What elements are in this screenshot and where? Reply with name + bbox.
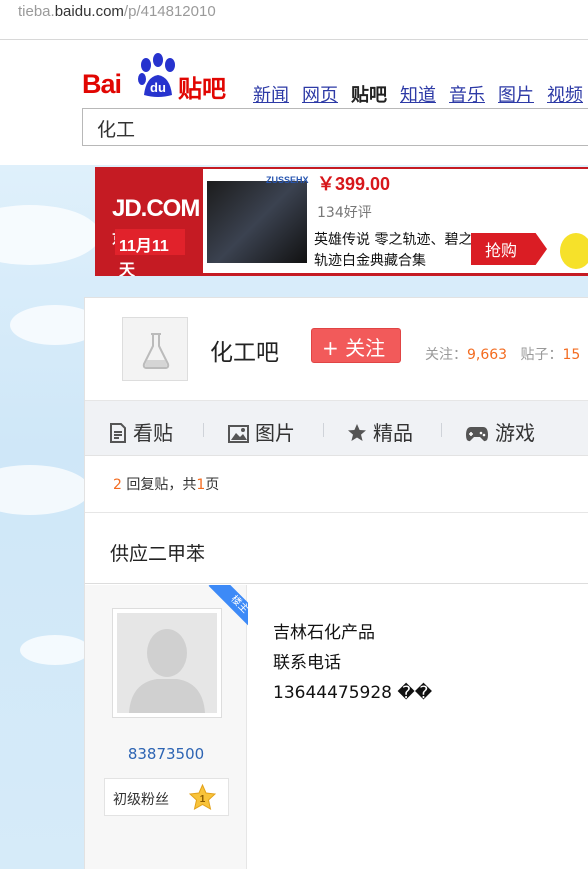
product-description[interactable]: 英雄传说 零之轨迹、碧之轨迹白金典藏合集	[314, 230, 474, 272]
nav-web[interactable]: 网页	[302, 81, 338, 107]
product-image[interactable]	[207, 181, 307, 263]
op-badge: 楼主	[202, 585, 248, 631]
svg-text:du: du	[150, 80, 166, 95]
tab-images[interactable]: 图片	[228, 417, 295, 446]
post-username[interactable]: 83873500	[85, 745, 247, 763]
logo-tieba-text: 贴吧	[178, 75, 226, 103]
logo-bai-text: Bai	[82, 69, 122, 99]
reply-count: 2 回复贴，共1页	[113, 477, 220, 493]
gamepad-icon	[466, 427, 488, 442]
baidu-tieba-logo[interactable]: Bai du 贴吧	[82, 49, 232, 103]
top-nav: 新闻 网页 贴吧 知道 音乐 图片 视频	[253, 81, 588, 107]
product-price: ￥399.00	[317, 174, 391, 194]
forum-header: 化工吧 + 关注 关注：9,663 贴子：15	[85, 298, 588, 400]
post-line: 13644475928 ��	[273, 683, 433, 703]
jd-ad-banner[interactable]: JD.COM京东 11月11天 ZUSSEHX ￥399.00 134好评 英雄…	[95, 167, 588, 276]
thread-title: 供应二甲苯	[110, 543, 206, 565]
image-icon	[228, 425, 249, 443]
page-header: Bai du 贴吧 新闻 网页 贴吧 知道 音乐 图片 视频 化工	[0, 41, 588, 165]
nav-video[interactable]: 视频	[547, 81, 583, 107]
svg-text:1: 1	[200, 794, 206, 805]
nav-music[interactable]: 音乐	[449, 81, 485, 107]
follow-button[interactable]: + 关注	[311, 328, 401, 363]
post-line: 吉林石化产品	[273, 623, 375, 643]
thread-title-row: 供应二甲苯	[85, 512, 588, 584]
forum-avatar[interactable]	[122, 317, 188, 381]
main-panel: 化工吧 + 关注 关注：9,663 贴子：15 看贴 图片 精品 游戏 2 回复…	[84, 297, 588, 869]
product-reviews: 134好评	[317, 205, 372, 221]
level-star-icon: 1	[189, 784, 216, 810]
tab-featured[interactable]: 精品	[347, 417, 413, 446]
post-content: 吉林石化产品 联系电话 13644475928 ��	[273, 618, 432, 708]
document-icon	[110, 423, 126, 443]
star-icon	[348, 424, 366, 441]
promo-label: 11月11天	[115, 229, 185, 276]
forum-tabs: 看贴 图片 精品 游戏	[85, 400, 588, 456]
forum-title: 化工吧	[210, 340, 279, 366]
nav-tieba[interactable]: 贴吧	[351, 81, 387, 107]
url-text[interactable]: tieba.baidu.com/p/414812010	[18, 3, 216, 20]
tab-games[interactable]: 游戏	[465, 417, 535, 446]
forum-stats: 关注：9,663 贴子：15	[425, 347, 581, 363]
flask-icon	[142, 333, 170, 369]
search-input[interactable]: 化工	[82, 108, 588, 146]
post-line: 联系电话	[273, 653, 341, 673]
product-brand: ZUSSEHX	[266, 175, 309, 185]
buy-button[interactable]: 抢购	[471, 233, 547, 265]
nav-images[interactable]: 图片	[498, 81, 534, 107]
promo-badge-icon	[560, 233, 588, 269]
paw-icon: du	[138, 53, 175, 97]
browser-address-bar[interactable]: tieba.baidu.com/p/414812010	[0, 0, 588, 40]
nav-news[interactable]: 新闻	[253, 81, 289, 107]
nav-zhidao[interactable]: 知道	[400, 81, 436, 107]
user-level-badge[interactable]: 初级粉丝 1	[104, 778, 229, 816]
tab-posts[interactable]: 看贴	[109, 417, 173, 446]
